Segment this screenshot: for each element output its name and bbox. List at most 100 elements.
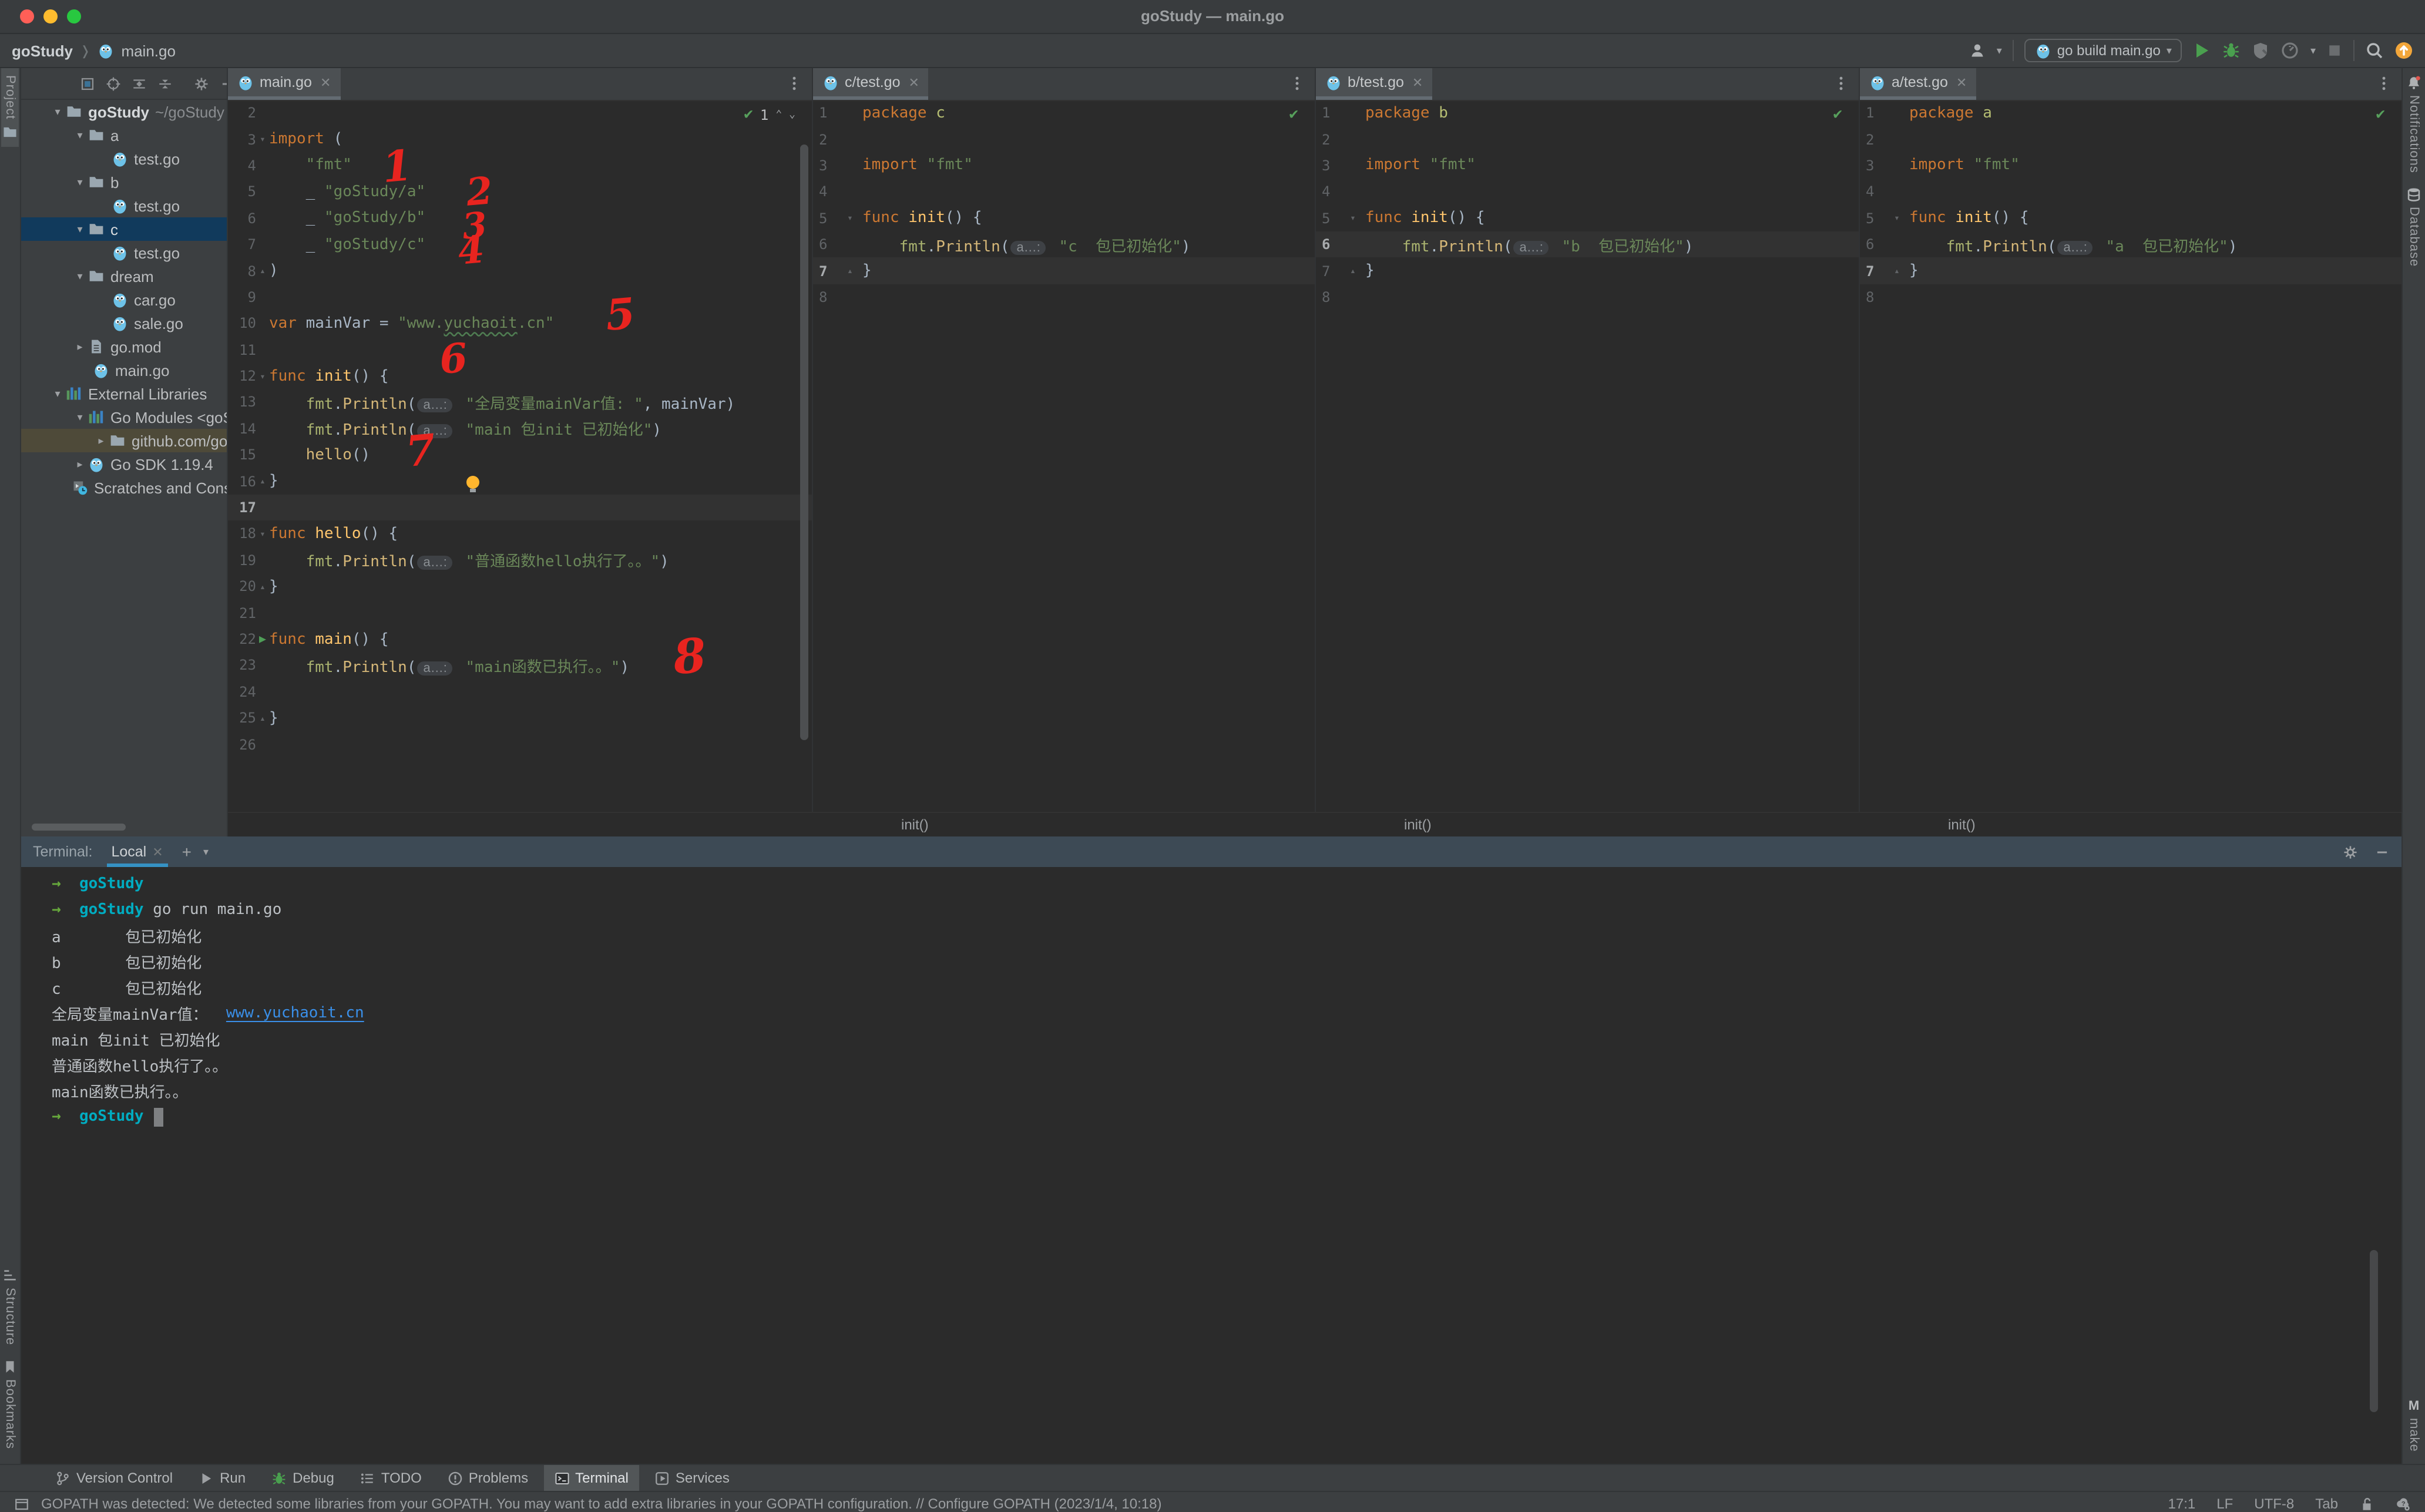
chevron-down-icon[interactable]: ▾: [72, 176, 88, 189]
tree-item-go-sdk-1.19.4[interactable]: ▸Go SDK 1.19.4: [21, 452, 227, 476]
chevron-down-icon[interactable]: ▾: [1997, 44, 2002, 57]
code-line-23[interactable]: 23 fmt.Println(a…: "main函数已执行。。"): [228, 652, 812, 678]
code-line-6[interactable]: 6 fmt.Println(a…: "a 包已初始化"): [1860, 231, 2402, 258]
fold-start-icon[interactable]: ▾: [256, 134, 269, 145]
tree-item-a[interactable]: ▾a: [21, 123, 227, 147]
close-icon[interactable]: ✕: [1956, 75, 1967, 90]
tool-stripe-project[interactable]: Project: [1, 68, 19, 147]
run-button[interactable]: [2193, 41, 2212, 60]
breadcrumb-function[interactable]: init(): [1948, 817, 1976, 833]
tree-item-external-libraries[interactable]: ▾External Libraries: [21, 382, 227, 405]
code-line-13[interactable]: 13 fmt.Println(a…: "全局变量mainVar值: ", mai…: [228, 389, 812, 416]
tool-window-button-run[interactable]: Run: [188, 1465, 256, 1491]
editor-tab[interactable]: a/test.go✕: [1860, 68, 1976, 100]
tree-item-b[interactable]: ▾b: [21, 170, 227, 194]
run-with-coverage-button[interactable]: [2252, 41, 2271, 60]
code-line-17[interactable]: 17: [228, 495, 812, 521]
lock-icon[interactable]: [2359, 1496, 2374, 1511]
chevron-down-icon[interactable]: ▾: [2310, 44, 2316, 57]
chevron-down-icon[interactable]: ▾: [72, 411, 88, 424]
code-line-7[interactable]: 7▴}: [1860, 258, 2402, 284]
tree-item-test.go[interactable]: test.go: [21, 147, 227, 170]
run-configuration-select[interactable]: go build main.go ▾: [2024, 39, 2182, 62]
tree-item-test.go[interactable]: test.go: [21, 241, 227, 264]
code-line-4[interactable]: 4 "fmt": [228, 153, 812, 179]
code-line-16[interactable]: 16▴}: [228, 468, 812, 495]
minimize-window-button[interactable]: [43, 9, 58, 23]
inspection-widget[interactable]: ✔1⌃⌄: [744, 106, 795, 123]
status-message[interactable]: GOPATH was detected: We detected some li…: [41, 1496, 1162, 1512]
code-line-3[interactable]: 3import "fmt": [813, 153, 1315, 179]
code-line-3[interactable]: 3▾import (: [228, 126, 812, 153]
terminal-output[interactable]: → goStudy→ goStudy go run main.goa 包已初始化…: [21, 867, 2402, 1464]
chevron-right-icon[interactable]: ▸: [72, 340, 88, 353]
breadcrumb-file[interactable]: main.go: [121, 42, 176, 59]
chevron-down-icon[interactable]: ▾: [49, 105, 66, 118]
code-line-6[interactable]: 6 _ "goStudy/b": [228, 205, 812, 231]
chevron-down-icon[interactable]: ▾: [72, 129, 88, 142]
fold-end-icon[interactable]: ▴: [838, 266, 862, 276]
breadcrumb-project[interactable]: goStudy: [12, 42, 73, 59]
tool-window-button-services[interactable]: Services: [644, 1465, 740, 1491]
code-line-25[interactable]: 25▴}: [228, 705, 812, 731]
editor-tab[interactable]: b/test.go✕: [1316, 68, 1432, 100]
tree-item-sale.go[interactable]: sale.go: [21, 311, 227, 335]
event-log-icon[interactable]: [14, 1496, 29, 1511]
tree-item-scratches-and-conso[interactable]: Scratches and Conso: [21, 476, 227, 499]
help-icon[interactable]: ?: [2396, 1496, 2411, 1511]
code-line-4[interactable]: 4: [1316, 179, 1859, 205]
code-line-2[interactable]: 2: [813, 126, 1315, 153]
code-line-7[interactable]: 7 _ "goStudy/c": [228, 231, 812, 258]
stop-button[interactable]: [2326, 42, 2343, 59]
tree-item-c[interactable]: ▾c: [21, 217, 227, 241]
code-line-10[interactable]: 10var mainVar = "www.yuchaoit.cn": [228, 310, 812, 337]
code-line-18[interactable]: 18▾func hello() {: [228, 521, 812, 547]
tool-stripe-structure[interactable]: Structure: [1, 1261, 19, 1353]
tree-item-go.mod[interactable]: ▸go.mod: [21, 335, 227, 358]
tool-stripe-database[interactable]: Database: [2405, 180, 2423, 274]
code-line-6[interactable]: 6 fmt.Println(a…: "c 包已初始化"): [813, 231, 1315, 258]
chevron-down-icon[interactable]: ▾: [49, 387, 66, 400]
code-line-4[interactable]: 4: [813, 179, 1315, 205]
fold-end-icon[interactable]: ▴: [256, 266, 269, 276]
code-line-2[interactable]: 2: [1316, 126, 1859, 153]
code-line-5[interactable]: 5▾func init() {: [1860, 205, 2402, 231]
code-line-12[interactable]: 12▾func init() {: [228, 363, 812, 389]
tool-window-button-version-control[interactable]: Version Control: [45, 1465, 183, 1491]
breadcrumb-function[interactable]: init(): [901, 817, 929, 833]
terminal-tab-local[interactable]: Local ✕: [104, 836, 170, 867]
tree-item-main.go[interactable]: main.go: [21, 358, 227, 382]
debug-button[interactable]: [2222, 41, 2241, 60]
tree-item-test.go[interactable]: test.go: [21, 194, 227, 217]
code-line-8[interactable]: 8: [1860, 284, 2402, 310]
fold-end-icon[interactable]: ▴: [256, 476, 269, 486]
more-tabs-icon[interactable]: [786, 75, 802, 92]
collapse-all-icon[interactable]: [157, 76, 173, 91]
code-line-7[interactable]: 7▴}: [813, 258, 1315, 284]
tool-window-button-todo[interactable]: TODO: [350, 1465, 432, 1491]
code-line-9[interactable]: 9: [228, 284, 812, 310]
editor-scrollbar[interactable]: [800, 145, 808, 740]
code-line-5[interactable]: 5 _ "goStudy/a": [228, 179, 812, 205]
tree-item-github.com-go-[interactable]: ▸github.com/go-: [21, 429, 227, 452]
expand-all-icon[interactable]: [132, 76, 147, 91]
code-line-8[interactable]: 8: [813, 284, 1315, 310]
tree-item-gostudy[interactable]: ▾goStudy~/goStudy: [21, 100, 227, 123]
intention-bulb-icon[interactable]: [466, 476, 479, 489]
code-line-24[interactable]: 24: [228, 678, 812, 705]
fold-end-icon[interactable]: ▴: [1341, 266, 1365, 276]
search-everywhere-icon[interactable]: [2365, 41, 2384, 60]
code-line-20[interactable]: 20▴}: [228, 573, 812, 600]
more-tabs-icon[interactable]: [1289, 75, 1305, 92]
code-line-8[interactable]: 8: [1316, 284, 1859, 310]
inspection-widget[interactable]: ✔: [2376, 106, 2385, 123]
terminal-link[interactable]: www.yuchaoit.cn: [226, 1004, 364, 1022]
code-line-2[interactable]: 2: [228, 100, 812, 126]
hide-panel-icon[interactable]: [220, 76, 228, 91]
more-tabs-icon[interactable]: [2376, 75, 2392, 92]
tool-stripe-notifications[interactable]: Notifications: [2405, 68, 2423, 180]
fold-end-icon[interactable]: ▴: [256, 581, 269, 592]
fold-end-icon[interactable]: ▴: [1885, 266, 1909, 276]
fold-start-icon[interactable]: ▾: [1341, 213, 1365, 224]
code-line-2[interactable]: 2: [1860, 126, 2402, 153]
